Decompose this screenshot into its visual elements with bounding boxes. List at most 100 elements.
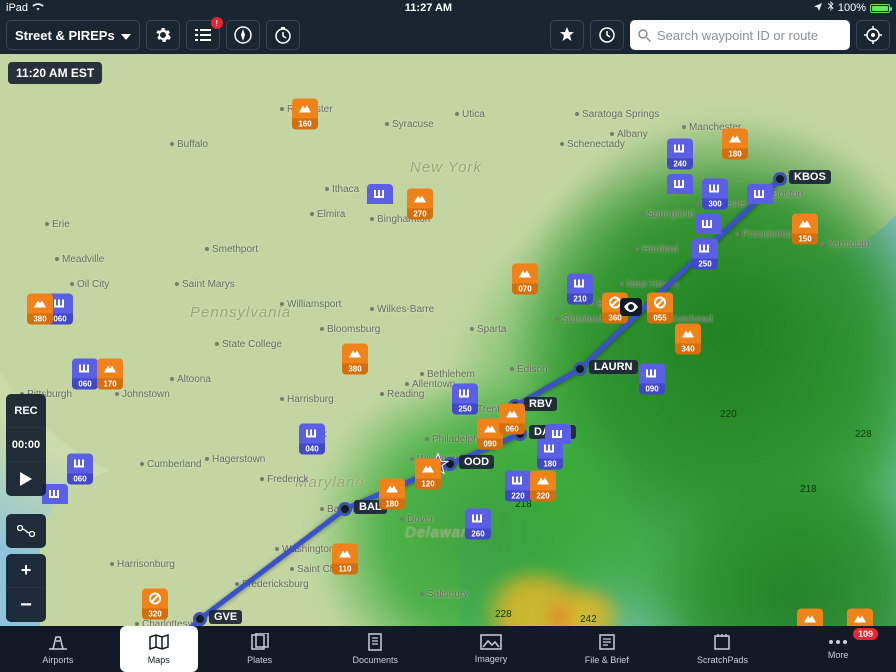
tab-imagery[interactable]: Imagery [433, 626, 549, 672]
timer-button[interactable] [266, 20, 300, 50]
pirep-badge[interactable]: 380 [27, 294, 53, 325]
history-button[interactable] [590, 20, 624, 50]
pirep-badge[interactable]: 250 [452, 384, 478, 415]
pirep-badge[interactable]: 055 [647, 293, 673, 324]
center-button[interactable] [856, 20, 890, 50]
battery-percent: 100% [838, 2, 866, 14]
zoom-in-button[interactable]: + [6, 554, 46, 588]
zoom-out-button[interactable]: − [6, 588, 46, 622]
pirep-badge[interactable]: 220 [505, 471, 531, 502]
list-button[interactable]: ! [186, 20, 220, 50]
search-icon [638, 29, 651, 42]
pirep-badge[interactable]: 370 [847, 609, 873, 627]
waypoint-LAURN[interactable]: LAURN [573, 362, 587, 376]
pirep-badge[interactable]: 220 [530, 471, 556, 502]
pirep-badge[interactable] [747, 184, 773, 204]
eye-marker[interactable] [620, 298, 642, 316]
tab-label: Imagery [475, 654, 508, 664]
pirep-badge[interactable]: 060 [67, 454, 93, 485]
search-field[interactable]: Search waypoint ID or route [630, 20, 850, 50]
city-label: Johnstown [115, 389, 170, 400]
radar-echo [538, 602, 578, 626]
device-name: iPad [6, 2, 28, 14]
pirep-badge[interactable] [667, 174, 693, 194]
pirep-badge[interactable]: 110 [332, 544, 358, 575]
dbz-value: 220 [720, 409, 737, 420]
pirep-badge[interactable]: 160 [292, 99, 318, 130]
pirep-badge[interactable]: 170 [97, 359, 123, 390]
pirep-badge[interactable]: 060 [72, 359, 98, 390]
tab-label: Plates [247, 655, 272, 665]
tab-label: Airports [42, 655, 73, 665]
tab-airports[interactable]: Airports [0, 626, 116, 672]
pirep-badge[interactable]: 120 [415, 459, 441, 490]
pirep-badge[interactable]: 320 [142, 589, 168, 620]
pirep-badge[interactable]: 340 [675, 324, 701, 355]
city-label: Salisbury [420, 589, 468, 600]
layer-selector[interactable]: Street & PIREPs [6, 20, 140, 50]
pirep-badge[interactable]: 240 [667, 139, 693, 170]
play-button[interactable] [6, 462, 46, 496]
pirep-badge[interactable]: 300 [702, 179, 728, 210]
tab-documents[interactable]: Documents [317, 626, 433, 672]
crosshair-icon [864, 26, 882, 44]
pirep-badge[interactable] [367, 184, 393, 204]
state-label: Pennsylvania [190, 304, 291, 321]
rec-time: 00:00 [6, 428, 46, 462]
city-label: Syracuse [385, 119, 434, 130]
waypoint-KBOS[interactable]: KBOS [773, 172, 787, 186]
pirep-badge[interactable]: 180 [379, 479, 405, 510]
file-icon [598, 633, 616, 653]
city-label: Edison [510, 364, 548, 375]
pirep-badge[interactable]: 270 [407, 189, 433, 220]
map-viewport[interactable]: New YorkPennsylvaniaMarylandDelawareVirg… [0, 54, 896, 626]
tab-label: Documents [353, 655, 399, 665]
route-edit-icon [17, 525, 35, 537]
top-toolbar: Street & PIREPs ! + Search waypoint ID o… [0, 16, 896, 54]
city-label: Wilkes-Barre [370, 304, 434, 315]
airport-icon [47, 633, 69, 653]
pirep-badge[interactable] [695, 214, 721, 234]
settings-button[interactable] [146, 20, 180, 50]
pirep-badge[interactable]: 260 [465, 509, 491, 540]
tab-maps[interactable]: Maps [120, 626, 198, 672]
tab-filebrief[interactable]: File & Brief [549, 626, 665, 672]
city-label: Hartford [635, 244, 678, 255]
favorites-button[interactable]: + [550, 20, 584, 50]
pirep-badge[interactable]: 180 [537, 439, 563, 470]
tab-plates[interactable]: Plates [202, 626, 318, 672]
pirep-badge[interactable]: 180 [722, 129, 748, 160]
city-label: Williamsport [280, 299, 341, 310]
tab-label: ScratchPads [697, 655, 748, 665]
pirep-badge[interactable]: 370 [797, 609, 823, 627]
route-edit-button[interactable] [6, 514, 46, 548]
bottom-tab-bar: Airports Maps Plates Documents Imagery File &… [0, 626, 896, 672]
pirep-badge[interactable]: 210 [567, 274, 593, 305]
pirep-badge[interactable]: 250 [692, 239, 718, 270]
caret-down-icon [121, 28, 131, 43]
tab-more[interactable]: 109More [780, 626, 896, 672]
tab-scratchpads[interactable]: ScratchPads [665, 626, 781, 672]
eye-icon [624, 302, 638, 312]
dbz-value: 218 [800, 484, 817, 495]
city-label: Frederick [260, 474, 309, 485]
pirep-badge[interactable]: 150 [792, 214, 818, 245]
layer-label: Street & PIREPs [15, 28, 115, 43]
clock-icon [599, 27, 615, 43]
city-label: Saint Marys [175, 279, 235, 290]
compass-button[interactable] [226, 20, 260, 50]
city-label: Sparta [470, 324, 506, 335]
pirep-badge[interactable]: 380 [342, 344, 368, 375]
pirep-badge[interactable]: 040 [299, 424, 325, 455]
city-label: Schenectady [560, 139, 625, 150]
pirep-badge[interactable]: 090 [639, 364, 665, 395]
dbz-value: 228 [855, 429, 872, 440]
rec-button[interactable]: REC [6, 394, 46, 428]
rec-controls: REC 00:00 [6, 394, 46, 496]
city-label: Utica [455, 109, 485, 120]
waypoint-BAL[interactable]: BAL [338, 502, 352, 516]
pirep-badge[interactable]: 070 [512, 264, 538, 295]
waypoint-GVE[interactable]: GVE [193, 612, 207, 626]
state-label: New York [410, 159, 482, 176]
pirep-badge[interactable]: 060 [499, 404, 525, 435]
